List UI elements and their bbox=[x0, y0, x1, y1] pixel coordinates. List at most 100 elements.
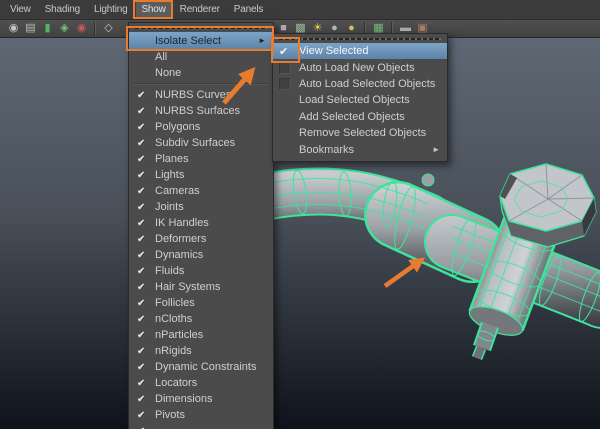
menu-item-planes[interactable]: ✔Planes bbox=[129, 151, 273, 167]
menu-item-pivots[interactable]: ✔Pivots bbox=[129, 407, 273, 423]
submenu-item-label: View Selected bbox=[299, 45, 369, 57]
submenu-arrow-icon: ► bbox=[258, 36, 268, 45]
submenu-item-view-selected[interactable]: ✔View Selected bbox=[273, 43, 447, 59]
checkmark-icon: ✔ bbox=[135, 202, 155, 213]
menu-item-dynamic-constraints[interactable]: ✔Dynamic Constraints bbox=[129, 359, 273, 375]
checkmark-icon: ✔ bbox=[135, 234, 155, 245]
menu-item-ncloths[interactable]: ✔nCloths bbox=[129, 311, 273, 327]
menu-item-all[interactable]: All bbox=[129, 49, 273, 65]
checkmark-icon: ✔ bbox=[135, 186, 155, 197]
empty-checkbox bbox=[279, 62, 291, 74]
menu-item-polygons[interactable]: ✔Polygons bbox=[129, 119, 273, 135]
submenu-item-label: Remove Selected Objects bbox=[299, 127, 426, 139]
menu-item-subdiv-surfaces[interactable]: ✔Subdiv Surfaces bbox=[129, 135, 273, 151]
menu-item-label: IK Handles bbox=[155, 217, 209, 229]
submenu-item-label: Add Selected Objects bbox=[299, 111, 405, 123]
checkmark-icon: ✔ bbox=[135, 154, 155, 165]
menu-item-label: Pivots bbox=[155, 409, 185, 421]
checkmark-icon: ✔ bbox=[135, 298, 155, 309]
checkmark-icon: ✔ bbox=[135, 218, 155, 229]
submenu-item-label: Auto Load New Objects bbox=[299, 62, 415, 74]
submenu-item-auto-load-selected-objects[interactable]: Auto Load Selected Objects bbox=[273, 76, 447, 92]
menu-item-dimensions[interactable]: ✔Dimensions bbox=[129, 391, 273, 407]
menu-item-label: Lights bbox=[155, 169, 184, 181]
camera-attributes-icon[interactable]: ▤ bbox=[23, 20, 38, 36]
menu-item-lights[interactable]: ✔Lights bbox=[129, 167, 273, 183]
menu-item-nurbs-curves[interactable]: ✔NURBS Curves bbox=[129, 87, 273, 103]
menu-item-label: All bbox=[155, 51, 167, 63]
menu-item-ik-handles[interactable]: ✔IK Handles bbox=[129, 215, 273, 231]
checkmark-icon: ✔ bbox=[135, 362, 155, 373]
menu-item-label: nCloths bbox=[155, 313, 192, 325]
menubar-item-panels[interactable]: Panels bbox=[229, 2, 268, 17]
checkmark-icon: ✔ bbox=[135, 266, 155, 277]
menu-item-label: NURBS Surfaces bbox=[155, 105, 240, 117]
checkmark-icon: ✔ bbox=[135, 250, 155, 261]
menu-item-follicles[interactable]: ✔Follicles bbox=[129, 295, 273, 311]
submenu-item-remove-selected-objects[interactable]: Remove Selected Objects bbox=[273, 125, 447, 141]
checkmark-icon: ✔ bbox=[135, 410, 155, 421]
menu-item-label: Polygons bbox=[155, 121, 200, 133]
checkmark-icon: ✔ bbox=[135, 314, 155, 325]
submenu-item-load-selected-objects[interactable]: Load Selected Objects bbox=[273, 92, 447, 108]
bookmarks-icon[interactable]: ◈ bbox=[57, 20, 72, 36]
checkmark-icon: ✔ bbox=[135, 90, 155, 101]
toolbar-separator bbox=[94, 22, 96, 35]
menu-item-nrigids[interactable]: ✔nRigids bbox=[129, 343, 273, 359]
menu-item-label: nParticles bbox=[155, 329, 203, 341]
show-menu: Isolate Select►AllNone ✔NURBS Curves✔NUR… bbox=[128, 22, 274, 429]
menu-separator bbox=[133, 83, 269, 85]
menu-item-deformers[interactable]: ✔Deformers bbox=[129, 231, 273, 247]
menu-item-label: Deformers bbox=[155, 233, 206, 245]
select-camera-icon[interactable]: ◉ bbox=[6, 20, 21, 36]
menu-item-joints[interactable]: ✔Joints bbox=[129, 199, 273, 215]
menu-item-locators[interactable]: ✔Locators bbox=[129, 375, 273, 391]
menu-item-label: Locators bbox=[155, 377, 197, 389]
menu-item-label: Planes bbox=[155, 153, 189, 165]
menu-item-nurbs-surfaces[interactable]: ✔NURBS Surfaces bbox=[129, 103, 273, 119]
checkmark-icon: ✔ bbox=[135, 426, 155, 429]
menu-item-nparticles[interactable]: ✔nParticles bbox=[129, 327, 273, 343]
tearoff-handle[interactable] bbox=[135, 27, 267, 29]
menubar-item-shading[interactable]: Shading bbox=[40, 2, 85, 17]
menu-item-cameras[interactable]: ✔Cameras bbox=[129, 183, 273, 199]
menubar-item-renderer[interactable]: Renderer bbox=[175, 2, 225, 17]
checkmark-icon: ✔ bbox=[135, 378, 155, 389]
menu-item-label: Cameras bbox=[155, 185, 200, 197]
menu-item-isolate-select[interactable]: Isolate Select ► bbox=[129, 32, 273, 49]
tearoff-handle[interactable] bbox=[279, 38, 441, 40]
submenu-item-add-selected-objects[interactable]: Add Selected Objects bbox=[273, 109, 447, 125]
checkmark-icon: ✔ bbox=[135, 170, 155, 181]
checkmark-icon: ✔ bbox=[135, 346, 155, 357]
checkmark-icon: ✔ bbox=[135, 122, 155, 133]
image-plane-icon[interactable]: ▮ bbox=[40, 20, 55, 36]
menu-item-label: nRigids bbox=[155, 345, 192, 357]
menu-item-fluids[interactable]: ✔Fluids bbox=[129, 263, 273, 279]
zoom-region-icon[interactable]: ◉ bbox=[74, 20, 89, 36]
submenu-item-label: Load Selected Objects bbox=[299, 94, 410, 106]
empty-checkbox bbox=[279, 78, 291, 90]
panel-menubar: View Shading Lighting Show Renderer Panels bbox=[0, 0, 600, 20]
menubar-item-show[interactable]: Show bbox=[136, 2, 170, 17]
toolbar-left-group: ◉▤▮◈◉◇ bbox=[6, 19, 116, 37]
checkmark-icon: ✔ bbox=[279, 45, 299, 58]
menu-item-label: Dynamic Constraints bbox=[155, 361, 256, 373]
menu-item-label: None bbox=[155, 67, 181, 79]
isolate-select-submenu: ✔View Selected Auto Load New Objects Auto … bbox=[272, 33, 448, 162]
menu-item-label: Fluids bbox=[155, 265, 184, 277]
submenu-item-auto-load-new-objects[interactable]: Auto Load New Objects bbox=[273, 59, 447, 75]
submenu-item-bookmarks[interactable]: Bookmarks► bbox=[273, 141, 447, 157]
menu-item-dynamics[interactable]: ✔Dynamics bbox=[129, 247, 273, 263]
menu-item-label: Hair Systems bbox=[155, 281, 220, 293]
menu-item-none[interactable]: None bbox=[129, 65, 273, 81]
menubar-item-lighting[interactable]: Lighting bbox=[89, 2, 132, 17]
maya-viewport-panel: ViewShadingLightingShowRendererPanels ◉▤… bbox=[0, 0, 600, 429]
checkmark-icon: ✔ bbox=[135, 138, 155, 149]
check-gutter bbox=[279, 78, 299, 90]
wireframe-icon[interactable]: ◇ bbox=[101, 20, 116, 36]
menu-item-hair-systems[interactable]: ✔Hair Systems bbox=[129, 279, 273, 295]
menu-item-label: Dynamics bbox=[155, 249, 203, 261]
checkmark-icon: ✔ bbox=[135, 394, 155, 405]
menu-item-label: Isolate Select bbox=[155, 35, 221, 47]
menubar-item-view[interactable]: View bbox=[5, 2, 36, 17]
